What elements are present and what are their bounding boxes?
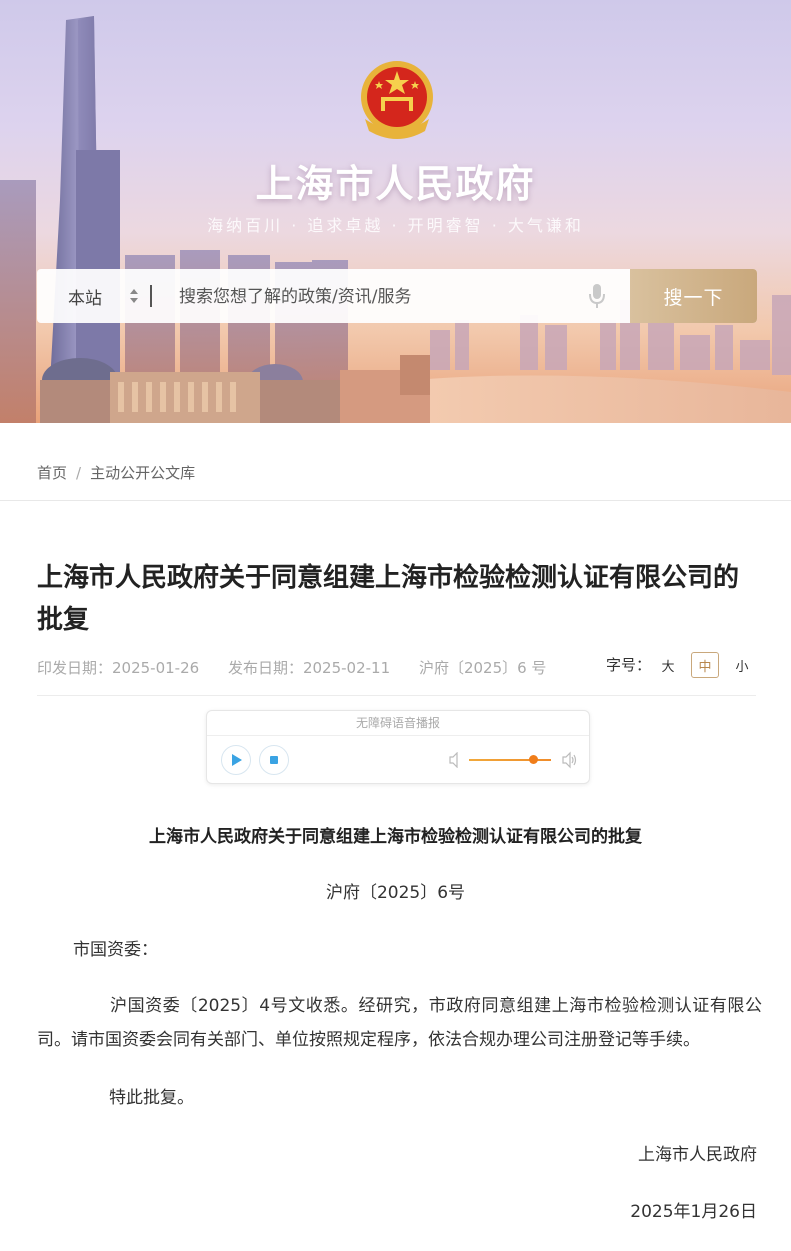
site-slogan: 海纳百川 · 追求卓越 · 开明睿智 · 大气谦和	[207, 216, 584, 235]
volume-high-icon[interactable]	[561, 751, 579, 769]
addressee: 市国资委：	[73, 940, 158, 960]
header-banner: 上海市人民政府 海纳百川 · 追求卓越 · 开明睿智 · 大气谦和 本站 搜一下	[0, 0, 791, 423]
issue-date: 印发日期：2025-01-26	[37, 659, 200, 677]
site-title: 上海市人民政府	[255, 162, 536, 206]
font-size-small-button[interactable]: 小	[728, 652, 756, 678]
microphone-icon[interactable]	[587, 282, 607, 310]
breadcrumb-current-link[interactable]: 主动公开公文库	[90, 464, 195, 482]
breadcrumb: 首页 / 主动公开公文库	[37, 462, 195, 483]
meta-divider	[37, 695, 756, 696]
stop-button[interactable]	[259, 745, 289, 775]
font-size-large-button[interactable]: 大	[654, 652, 682, 678]
breadcrumb-divider	[0, 500, 791, 501]
search-scope-label: 本站	[68, 288, 102, 309]
play-button[interactable]	[221, 745, 251, 775]
signature-date: 2025年1月26日	[630, 1202, 757, 1222]
breadcrumb-separator: /	[76, 464, 82, 482]
search-divider	[150, 285, 152, 307]
stop-icon	[270, 756, 278, 764]
document-title: 上海市人民政府关于同意组建上海市检验检测认证有限公司的批复	[37, 563, 740, 635]
volume-slider[interactable]	[469, 759, 551, 761]
document-meta: 印发日期：2025-01-26 发布日期：2025-02-11 沪府〔2025〕…	[37, 657, 570, 678]
breadcrumb-home-link[interactable]: 首页	[37, 464, 67, 482]
content-doc-number: 沪府〔2025〕6号	[325, 883, 466, 903]
sort-arrows-icon	[130, 289, 138, 303]
play-icon	[232, 754, 242, 766]
font-size-medium-button[interactable]: 中	[691, 652, 719, 678]
document-number: 沪府〔2025〕6 号	[418, 659, 547, 677]
font-size-label: 字号：	[606, 656, 652, 674]
volume-low-icon[interactable]	[448, 752, 462, 768]
search-button[interactable]: 搜一下	[630, 269, 757, 323]
closing-text: 特此批复。	[109, 1088, 194, 1108]
publish-date: 发布日期：2025-02-11	[227, 659, 391, 677]
audio-player: 无障碍语音播报	[206, 710, 590, 784]
national-emblem-logo	[361, 61, 433, 139]
volume-slider-handle[interactable]	[529, 755, 538, 764]
body-paragraph: 沪国资委〔2025〕4号文收悉。经研究，市政府同意组建上海市检验检测认证有限公司…	[37, 996, 762, 1050]
content-title: 上海市人民政府关于同意组建上海市检验检测认证有限公司的批复	[149, 827, 642, 847]
search-input[interactable]	[177, 269, 601, 323]
signature: 上海市人民政府	[638, 1145, 757, 1165]
audio-player-title: 无障碍语音播报	[207, 711, 589, 736]
search-bar: 本站 搜一下	[37, 269, 757, 323]
